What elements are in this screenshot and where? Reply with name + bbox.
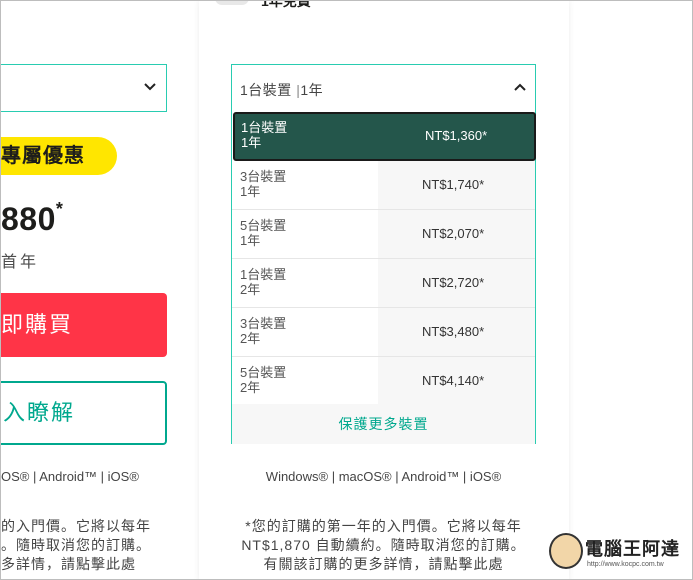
left-price-note: 的入門價。它將以每年 。隨時取消您的訂購。 多詳情，請點擊此處 [1,517,151,574]
chevron-up-icon [514,83,526,91]
left-price: 880* [1,199,64,238]
left-os-list: OS® | Android™ | iOS® [1,469,139,484]
left-plan-select[interactable] [1,64,167,112]
left-product-card: 專屬優惠 880* 首年 即購買 入瞭解 OS® | Android™ | iO… [1,1,181,579]
plan-select-value: 1台裝置 |1年 [240,80,323,100]
option-devices: 5台裝置 [240,365,287,380]
left-note-line: 的入門價。它將以每年 [1,518,151,534]
option-years: 1年 [240,184,261,199]
toggle-chip[interactable] [215,1,249,5]
option-price: NT$1,740* [422,177,485,192]
plan-option[interactable]: 5台裝置 1年 NT$2,070* [232,210,535,259]
protect-more-devices-link[interactable]: 保護更多裝置 [232,404,535,444]
option-devices: 5台裝置 [240,218,287,233]
chevron-down-icon [144,83,156,91]
option-years: 1年 [240,233,261,248]
option-devices: 1台裝置 [241,120,288,135]
left-note-line: 多詳情，請點擊此處 [1,556,136,572]
option-price: NT$2,070* [422,226,485,241]
mascot-icon [549,533,583,569]
option-price: NT$2,720* [422,275,485,290]
plan-dropdown-list: 1台裝置 1年 NT$1,360* 3台裝置 1年 NT$1,740* 5台裝置… [231,111,536,444]
left-price-value: 880 [1,201,56,237]
option-devices: 3台裝置 [240,316,287,331]
watermark: 電腦王阿達 http://www.kocpc.com.tw [549,533,689,577]
option-price: NT$3,480* [422,324,485,339]
option-price: NT$1,360* [425,128,488,143]
watermark-url: http://www.kocpc.com.tw [587,561,664,568]
left-period: 首年 [1,254,40,271]
plan-select[interactable]: 1台裝置 |1年 [231,64,536,112]
plan-option[interactable]: 1台裝置 1年 NT$1,360* [233,112,536,161]
left-price-mark: * [55,199,64,219]
main-os-list: Windows® | macOS® | Android™ | iOS® [265,469,502,484]
main-price-note: *您的訂購的第一年的入門價。它將以每年 NT$1,870 自動續約。隨時取消您的… [231,517,536,574]
plan-option[interactable]: 5台裝置 2年 NT$4,140* [232,357,535,406]
top-label-text: 1年免費 [261,0,311,9]
plan-option[interactable]: 3台裝置 1年 NT$1,740* [232,161,535,210]
option-price: NT$4,140* [422,373,485,388]
top-free-label: 1年免費 [211,1,311,9]
option-years: 2年 [240,331,261,346]
learn-more-button[interactable]: 入瞭解 [1,381,167,445]
plan-option[interactable]: 3台裝置 2年 NT$3,480* [232,308,535,357]
main-note-line[interactable]: 有關該訂購的更多詳情，請點擊此處 [231,555,536,574]
option-devices: 1台裝置 [240,267,287,282]
page-frame: 專屬優惠 880* 首年 即購買 入瞭解 OS® | Android™ | iO… [0,0,693,580]
option-years: 2年 [240,282,261,297]
selected-devices: 1台裝置 [240,82,292,98]
option-years: 1年 [241,135,262,150]
main-note-line: NT$1,870 自動續約。隨時取消您的訂購。 [241,537,526,553]
main-note-line: *您的訂購的第一年的入門價。它將以每年 [245,518,522,534]
watermark-title: 電腦王阿達 [585,539,680,559]
plan-option[interactable]: 1台裝置 2年 NT$2,720* [232,259,535,308]
option-years: 2年 [240,380,261,395]
offer-badge: 專屬優惠 [1,137,117,175]
selected-years: 1年 [300,82,324,98]
buy-now-button[interactable]: 即購買 [1,293,167,357]
left-note-line: 。隨時取消您的訂購。 [1,537,151,553]
option-devices: 3台裝置 [240,169,287,184]
